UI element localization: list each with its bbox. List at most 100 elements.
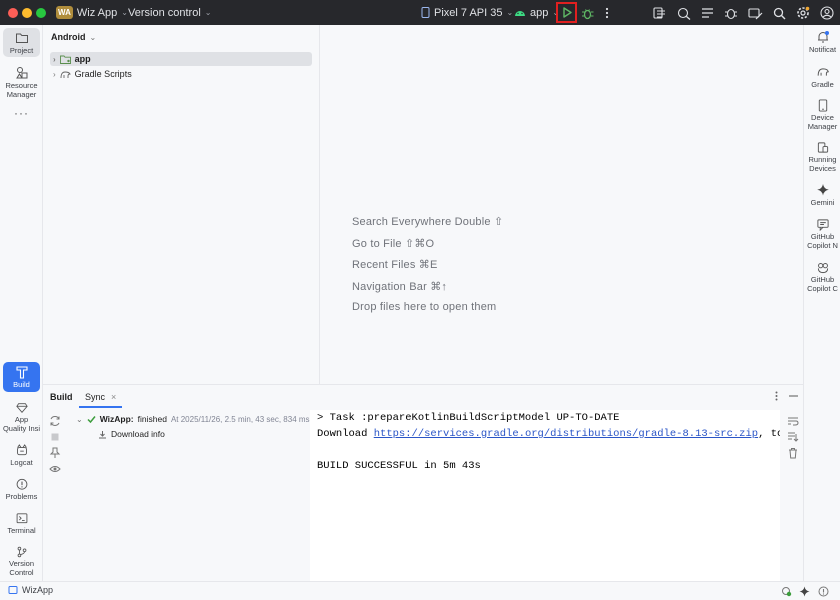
scroll-to-end-button[interactable]	[787, 431, 799, 443]
github-copilot-chat-tool-button[interactable]: GitHub Copilot N	[804, 218, 840, 250]
eye-icon	[49, 466, 61, 472]
terminal-tool-button[interactable]: Terminal	[3, 509, 40, 535]
ai-status-indicator[interactable]	[799, 586, 810, 597]
sparkle-icon	[816, 183, 829, 196]
android-icon	[515, 11, 525, 16]
version-control-label: Version control	[128, 6, 201, 19]
settings-button[interactable]	[794, 4, 812, 22]
chevron-right-icon: ›	[53, 69, 56, 79]
info-circle-icon	[818, 586, 829, 597]
version-control-selector[interactable]: Version control ⌄	[128, 0, 211, 25]
translate-icon	[677, 7, 691, 20]
project-selector[interactable]: WA Wiz App ⌄	[56, 0, 128, 25]
close-window-button[interactable]	[8, 8, 18, 18]
refresh-icon	[50, 416, 60, 426]
version-control-tool-button[interactable]: Version Control	[3, 543, 40, 577]
running-devices-tool-button[interactable]: Running Devices	[804, 141, 840, 173]
layout-inspector-button[interactable]	[651, 4, 669, 22]
stop-icon	[51, 433, 59, 441]
tab-sync[interactable]: Sync ×	[79, 388, 123, 408]
left-tool-window-bar: Project Resource Manager ··· Build App Q…	[0, 25, 43, 581]
structure-button[interactable]	[698, 4, 716, 22]
build-tool-button[interactable]: Build	[3, 362, 40, 392]
build-root-status: finished	[137, 414, 167, 424]
build-root-time: At 2025/11/26, 2.5 min, 43 sec, 834 ms	[170, 414, 310, 424]
resource-manager-label-line2: Manager	[6, 89, 37, 99]
console-line-result: BUILD SUCCESSFUL in 5m 43s	[317, 460, 481, 472]
sparkle-icon	[799, 586, 810, 597]
device-manager-tool-button[interactable]: Device Manager	[804, 99, 840, 131]
play-icon	[562, 7, 572, 18]
console-download-link[interactable]: https://services.gradle.org/distribution…	[374, 428, 758, 440]
more-icon: ···	[14, 106, 29, 120]
wrap-icon	[788, 417, 799, 426]
logcat-tool-label: Logcat	[10, 457, 33, 467]
folder-icon	[15, 33, 28, 43]
hint-recent-files: Recent Files ⌘E	[352, 259, 438, 271]
project-tool-label: Project	[9, 46, 34, 55]
build-options-button[interactable]	[772, 390, 780, 402]
soft-wrap-button[interactable]	[787, 415, 799, 427]
minimize-icon	[788, 395, 798, 397]
gradle-elephant-icon	[817, 68, 829, 76]
copilot-chat-icon	[816, 219, 829, 231]
build-tool-window: Build Sync × ⌄ WizApp: finished At 2025/…	[43, 384, 803, 582]
clear-console-button[interactable]	[787, 447, 799, 459]
more-actions-button[interactable]	[598, 4, 616, 22]
gradle-tool-button[interactable]: Gradle	[804, 65, 840, 89]
minimize-window-button[interactable]	[22, 8, 32, 18]
app-inspection-button[interactable]	[722, 4, 740, 22]
hide-panel-button[interactable]	[787, 390, 799, 402]
project-tree-item-app[interactable]: › app	[53, 54, 91, 64]
build-tree-download-info[interactable]: Download info	[98, 429, 165, 439]
project-name: Wiz App	[76, 6, 118, 19]
resource-manager-tool-button[interactable]: Resource Manager	[3, 63, 40, 99]
build-panel-title: Build	[50, 392, 73, 402]
close-tab-icon[interactable]: ×	[111, 392, 116, 402]
status-project-breadcrumb[interactable]: WizApp	[8, 585, 53, 595]
problems-tool-button[interactable]: Problems	[3, 475, 40, 501]
stop-button[interactable]	[49, 431, 61, 443]
run-config-name: app	[530, 6, 549, 19]
notifications-tool-button[interactable]: Notificat	[804, 30, 840, 56]
sync-button[interactable]	[49, 415, 61, 427]
zoom-window-button[interactable]	[36, 8, 46, 18]
project-view-label: Android	[51, 32, 86, 42]
app-quality-label-line2: Quality Insi	[2, 423, 41, 433]
ai-assist-button[interactable]	[675, 4, 693, 22]
github-copilot-tool-button[interactable]: GitHub Copilot C	[804, 261, 840, 293]
more-tool-windows-button[interactable]: ···	[3, 106, 40, 120]
device-mirroring-button[interactable]	[746, 4, 764, 22]
project-view-selector[interactable]: Android ⌄	[51, 32, 96, 42]
device-manager-label-line2: Manager	[807, 121, 838, 131]
right-tool-window-bar: Notificat Gradle Device Manager Running …	[803, 25, 840, 581]
download-info-label: Download info	[111, 429, 165, 439]
app-quality-insights-tool-button[interactable]: App Quality Insi	[3, 399, 40, 433]
sync-status-indicator[interactable]	[781, 586, 792, 597]
device-selector[interactable]: Pixel 7 API 35 ⌄	[421, 0, 513, 25]
run-configuration-selector[interactable]: app ⌄	[514, 0, 559, 25]
project-tool-button[interactable]: Project	[3, 28, 40, 57]
run-button[interactable]	[556, 2, 577, 23]
running-devices-icon	[817, 142, 828, 153]
logcat-tool-button[interactable]: Logcat	[3, 441, 40, 467]
project-tree-item-gradle-scripts[interactable]: › Gradle Scripts	[53, 69, 132, 79]
account-button[interactable]	[818, 4, 836, 22]
info-indicator[interactable]	[818, 586, 829, 597]
warning-circle-icon	[16, 478, 27, 490]
filter-button[interactable]	[49, 463, 61, 475]
build-console-output[interactable]: > Task :prepareKotlinBuildScriptModel UP…	[310, 410, 780, 582]
build-tree-root[interactable]: ⌄ WizApp: finished At 2025/11/26, 2.5 mi…	[76, 414, 310, 424]
gradle-sync-icon	[782, 587, 792, 597]
terminal-tool-label: Terminal	[7, 525, 36, 535]
chevron-down-icon: ⌄	[121, 8, 128, 17]
hint-go-to-file: Go to File ⇧⌘O	[352, 238, 435, 250]
search-button[interactable]	[770, 4, 788, 22]
phone-icon	[421, 7, 430, 18]
debug-button[interactable]	[578, 4, 596, 22]
notifications-label: Notificat	[808, 45, 837, 54]
pin-button[interactable]	[49, 447, 61, 459]
gemini-tool-button[interactable]: Gemini	[804, 183, 840, 207]
github-copilot-2-label-line2: Copilot C	[807, 283, 838, 293]
project-panel: Android ⌄ › app › Gradle Scripts	[43, 25, 320, 384]
